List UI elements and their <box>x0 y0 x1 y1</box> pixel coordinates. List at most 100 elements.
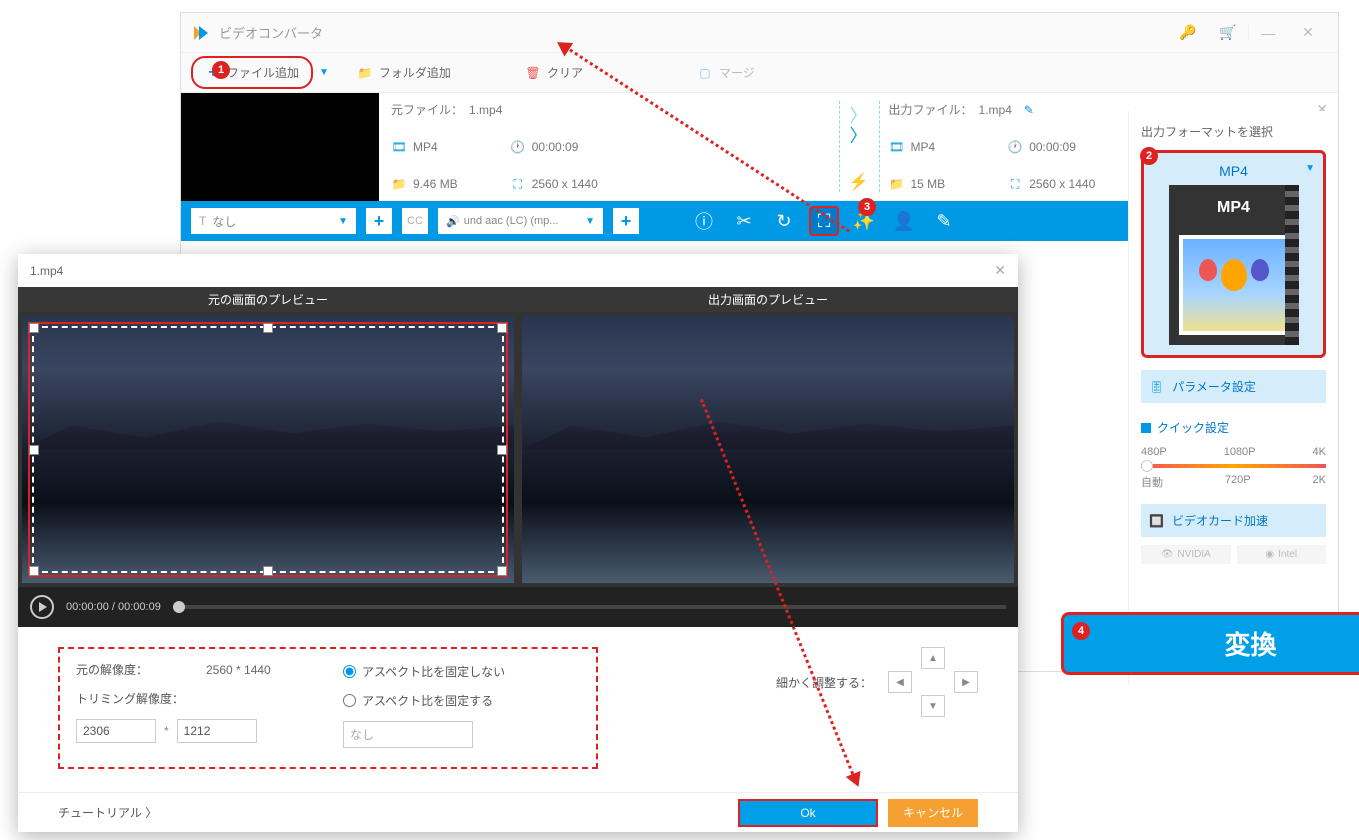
format-card[interactable]: MP4 ▼ MP4 <box>1141 150 1326 358</box>
src-format: MP4 <box>413 140 438 154</box>
src-res-label: 元の解像度： <box>76 661 206 678</box>
folder-icon: 📁 <box>889 176 905 192</box>
out-size: 15 MB <box>911 177 946 191</box>
add-audio-button[interactable]: + <box>613 208 639 234</box>
top-toolbar: + ファイル追加 ▼ 📁 フォルダ追加 🗑 クリア ▢ マージ <box>181 53 1338 93</box>
subtitle-select[interactable]: Tなし ▼ <box>191 208 356 234</box>
watermark-button[interactable]: 👤 <box>889 206 919 236</box>
dialog-footer: チュートリアル 〉 Ok キャンセル <box>18 792 1018 832</box>
out-preview-label: 出力画面のプレビュー <box>518 287 1018 312</box>
subtitle-value: なし <box>212 213 236 230</box>
src-res: 2560 x 1440 <box>532 177 598 191</box>
preset-480p[interactable]: 480P <box>1141 446 1167 458</box>
folder-icon: 📁 <box>391 176 407 192</box>
info-button[interactable]: ⓘ <box>689 206 719 236</box>
square-icon <box>1141 423 1151 433</box>
preset-4k[interactable]: 4K <box>1313 446 1326 458</box>
gpu-chips: 👁NVIDIA ◉Intel <box>1141 545 1326 564</box>
trim-height-input[interactable] <box>177 719 257 743</box>
dialog-close-button[interactable]: ✕ <box>994 262 1006 279</box>
src-res-value: 2560 * 1440 <box>206 663 271 677</box>
preset-2k[interactable]: 2K <box>1313 474 1326 490</box>
out-res: 2560 x 1440 <box>1029 177 1095 191</box>
arrow-divider: 〉 〉 ⚡ <box>839 101 879 192</box>
crop-handle-tm[interactable] <box>263 323 273 333</box>
annotation-1: 1 <box>212 61 230 79</box>
add-folder-button[interactable]: 📁 フォルダ追加 <box>345 58 463 87</box>
dpad-right[interactable]: ▶ <box>954 671 978 693</box>
aspect-unlock-label: アスペクト比を固定しない <box>362 663 505 680</box>
cut-button[interactable]: ✂ <box>729 206 759 236</box>
merge-icon: ▢ <box>697 65 713 81</box>
src-preview-area[interactable] <box>22 316 514 583</box>
out-name: 1.mp4 <box>979 103 1012 117</box>
add-subtitle-button[interactable]: + <box>366 208 392 234</box>
gpu-accel-button[interactable]: 🔲 ビデオカード加速 <box>1141 504 1326 537</box>
filter-button[interactable]: ✎ <box>929 206 959 236</box>
aspect-combo[interactable]: なし <box>343 721 473 748</box>
edit-name-button[interactable]: ✎ <box>1024 103 1034 117</box>
cancel-button[interactable]: キャンセル <box>888 799 978 827</box>
convert-button[interactable]: 変換 <box>1061 612 1359 675</box>
crop-handle-br[interactable] <box>497 566 507 576</box>
src-preview-label: 元の画面のプレビュー <box>18 287 518 312</box>
out-duration: 00:00:09 <box>1029 140 1076 154</box>
trim-width-input[interactable] <box>76 719 156 743</box>
preset-720p[interactable]: 720P <box>1225 474 1251 490</box>
crop-box[interactable] <box>32 326 504 573</box>
format-icon: 🎞 <box>889 139 905 155</box>
preset-auto[interactable]: 自動 <box>1141 474 1163 490</box>
crop-button[interactable]: ⛶ <box>809 206 839 236</box>
tutorial-link[interactable]: チュートリアル 〉 <box>58 804 157 821</box>
format-icon: 🎞 <box>391 139 407 155</box>
src-size: 9.46 MB <box>413 177 458 191</box>
dialog-title: 1.mp4 <box>30 264 63 278</box>
merge-button[interactable]: ▢ マージ <box>685 58 767 87</box>
minimize-button[interactable]: — <box>1248 25 1288 41</box>
clear-button[interactable]: 🗑 クリア <box>513 58 595 87</box>
bolt-icon: ⚡ <box>849 172 869 192</box>
parameter-settings-button[interactable]: 🎚 パラメータ設定 <box>1141 370 1326 403</box>
crop-handle-tr[interactable] <box>497 323 507 333</box>
aspect-unlock-radio[interactable]: アスペクト比を固定しない <box>343 663 580 680</box>
preview-row: 元の画面のプレビュー 出力画面のプレビュー <box>18 287 1018 587</box>
chip-icon: 🔲 <box>1149 514 1164 528</box>
ok-button[interactable]: Ok <box>738 799 878 827</box>
crop-handle-ml[interactable] <box>29 445 39 455</box>
crop-handle-mr[interactable] <box>497 445 507 455</box>
quality-slider[interactable] <box>1141 464 1326 468</box>
title-bar: ビデオコンバータ 🔑 🛒 — ✕ <box>181 13 1338 53</box>
add-file-dropdown[interactable]: ▼ <box>313 67 335 78</box>
dialog-title-bar: 1.mp4 ✕ <box>18 254 1018 287</box>
out-label: 出力ファイル： <box>889 101 973 118</box>
crop-handle-tl[interactable] <box>29 323 39 333</box>
dpad-up[interactable]: ▲ <box>921 647 945 669</box>
video-thumbnail[interactable] <box>181 93 379 201</box>
dpad-left[interactable]: ◀ <box>888 671 912 693</box>
format-label: MP4 <box>1154 163 1313 179</box>
param-label: パラメータ設定 <box>1172 378 1256 395</box>
dimensions-icon: ⛶ <box>1007 176 1023 192</box>
close-button[interactable]: ✕ <box>1288 24 1328 41</box>
cart-icon[interactable]: 🛒 <box>1208 24 1248 41</box>
preset-1080p[interactable]: 1080P <box>1224 446 1256 458</box>
dimensions-icon: ⛶ <box>510 176 526 192</box>
source-info: 元ファイル：1.mp4 🎞MP4 🕐00:00:09 📁9.46 MB ⛶256… <box>391 101 839 192</box>
dpad-down[interactable]: ▼ <box>921 695 945 717</box>
controls-panel: 元の解像度： 2560 * 1440 トリミング解像度： * アスペクト比を固定… <box>18 627 1018 789</box>
src-duration: 00:00:09 <box>532 140 579 154</box>
resolution-group: 元の解像度： 2560 * 1440 トリミング解像度： * アスペクト比を固定… <box>58 647 598 769</box>
crop-handle-bm[interactable] <box>263 566 273 576</box>
add-file-button[interactable]: + ファイル追加 <box>191 56 313 89</box>
play-button[interactable] <box>30 595 54 619</box>
license-key-icon[interactable]: 🔑 <box>1168 24 1208 41</box>
audio-select[interactable]: 🔊und aac (LC) (mp... ▼ <box>438 208 603 234</box>
aspect-lock-radio[interactable]: アスペクト比を固定する <box>343 692 580 709</box>
mp4-badge: MP4 <box>1203 193 1264 223</box>
add-file-label: ファイル追加 <box>227 64 299 81</box>
annotation-4: 4 <box>1072 622 1090 640</box>
crop-handle-bl[interactable] <box>29 566 39 576</box>
cc-button[interactable]: CC <box>402 208 428 234</box>
rotate-button[interactable]: ↻ <box>769 206 799 236</box>
seek-bar[interactable] <box>173 605 1006 609</box>
